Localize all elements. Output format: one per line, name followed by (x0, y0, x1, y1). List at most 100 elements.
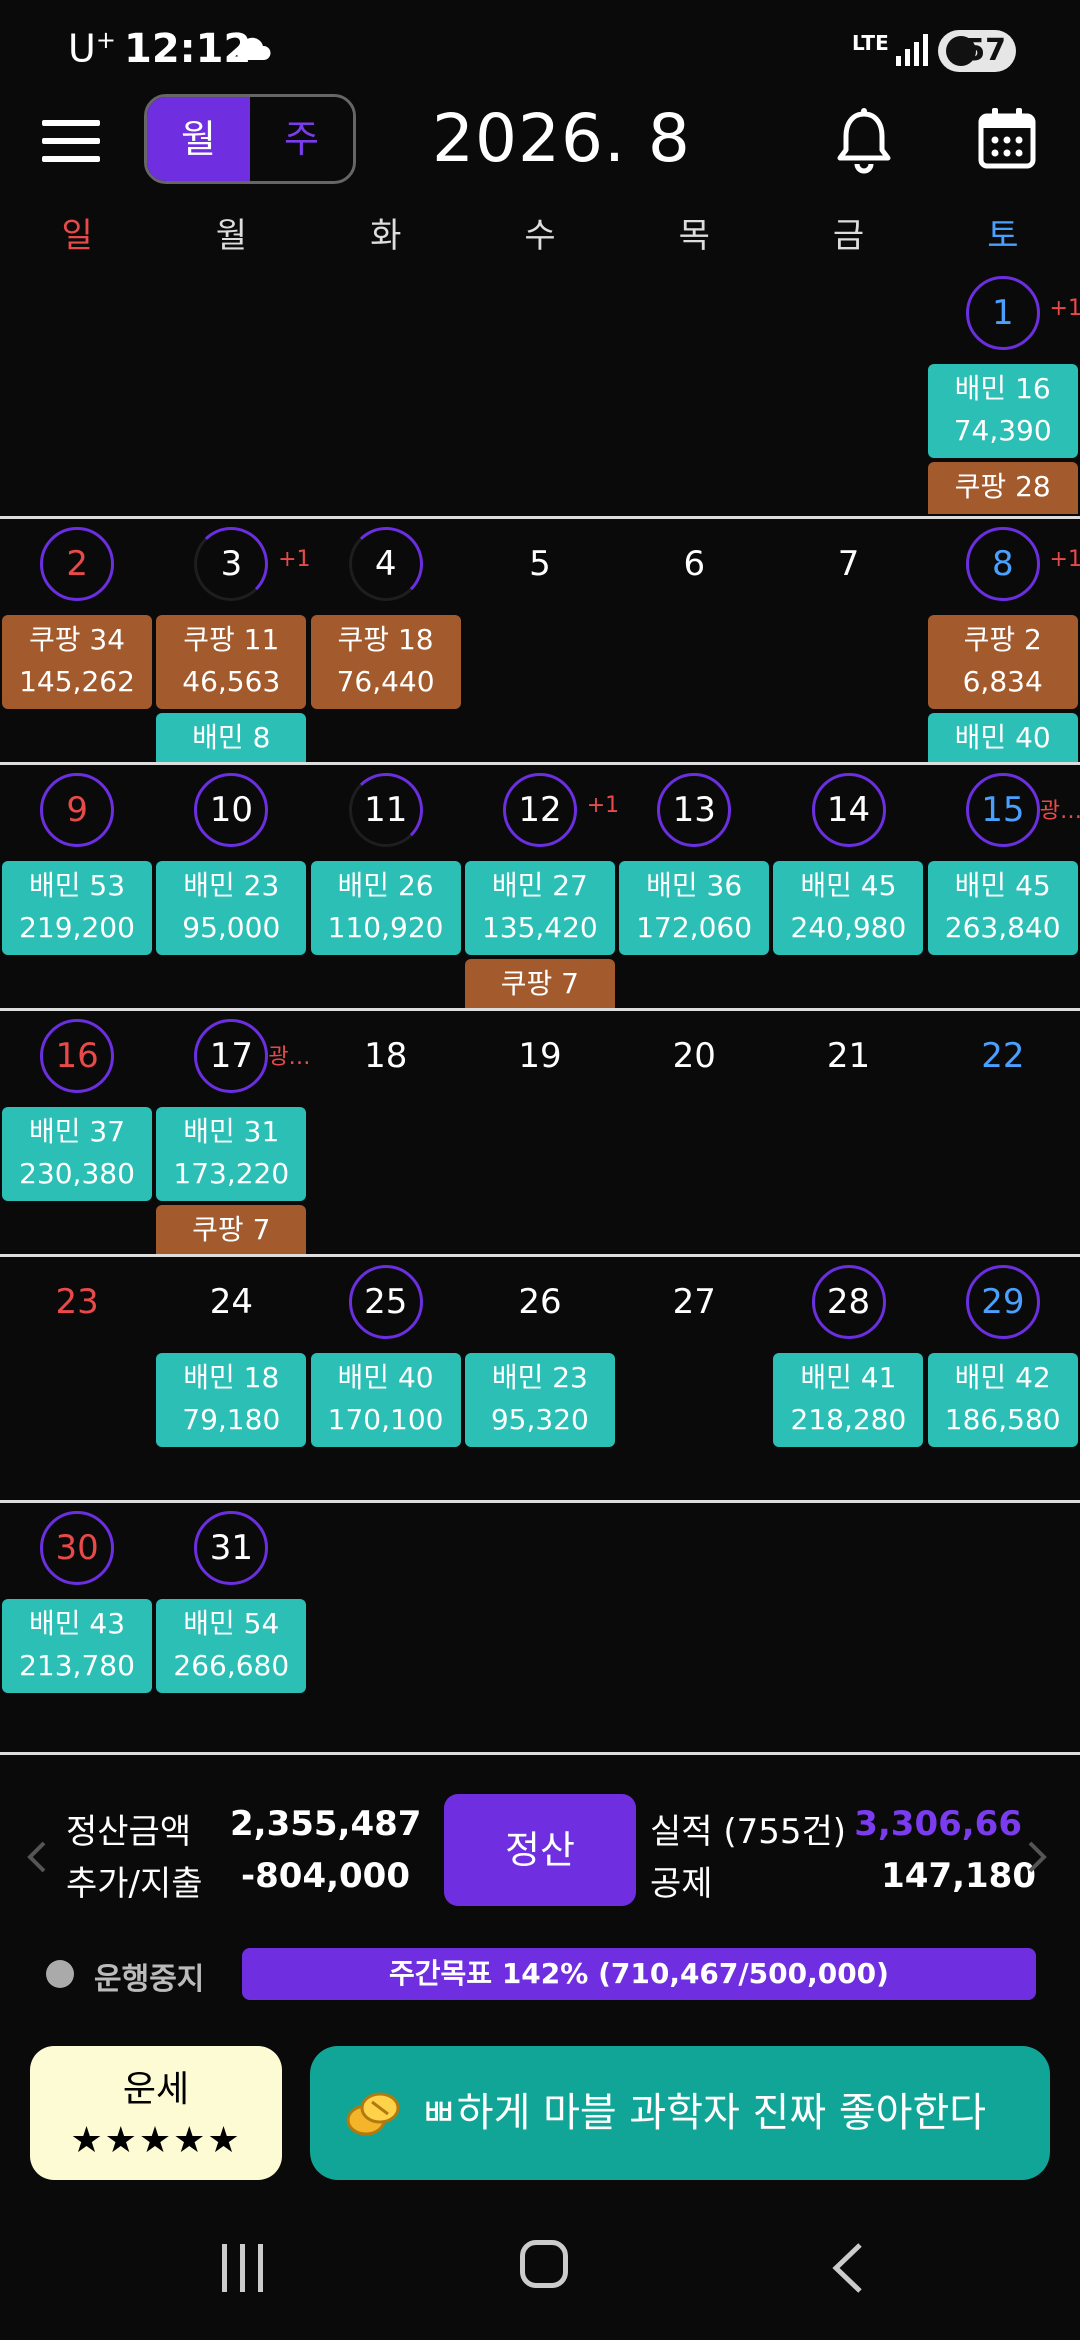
fortune-card[interactable]: 운세 ★★★★★ (30, 2046, 282, 2180)
baemin-earning-chip[interactable]: 배민 45 263,840 (927, 861, 1078, 955)
calendar-day-cell[interactable]: 20 (617, 1011, 771, 1254)
calendar-day-cell[interactable]: 5 (463, 519, 617, 762)
coupang-earning-chip[interactable]: 쿠팡 724,624 (464, 959, 615, 1008)
calendar-day-cell[interactable]: 9 배민 53 219,200 (0, 765, 154, 1008)
baemin-earning-chip[interactable]: 배민 40202,140 (927, 713, 1078, 762)
chip-amount: 240,980 (790, 911, 907, 944)
day-extra-badge: 광… (268, 1045, 311, 1070)
calendar-day-cell[interactable]: 24 배민 18 79,180 (154, 1257, 308, 1500)
calendar-day-cell[interactable]: 26 배민 23 95,320 (463, 1257, 617, 1500)
baemin-earning-chip[interactable]: 배민 833,000 (156, 713, 307, 762)
baemin-earning-chip[interactable]: 배민 41 218,280 (773, 1353, 924, 1447)
coupang-earning-chip[interactable]: 쿠팡 727,060 (156, 1205, 307, 1254)
calendar-day-cell[interactable]: 14 배민 45 240,980 (771, 765, 925, 1008)
settle-button[interactable]: 정산 (444, 1794, 636, 1906)
calendar-day-cell (463, 268, 617, 514)
calendar-day-cell[interactable]: 31 배민 54 266,680 (154, 1503, 308, 1746)
baemin-earning-chip[interactable]: 배민 42 186,580 (927, 1353, 1078, 1447)
chip-label: 배민 45 (954, 869, 1051, 902)
baemin-earning-chip[interactable]: 배민 43 213,780 (2, 1599, 152, 1693)
calendar-day-cell[interactable]: 15 광… 배민 45 263,840 (926, 765, 1080, 1008)
day-number: 29 (965, 1265, 1040, 1339)
calendar-day-cell[interactable]: 11 배민 26 110,920 (309, 765, 463, 1008)
calendar-day-cell[interactable]: 8 +1 쿠팡 2 6,834 배민 40202,140 (926, 519, 1080, 762)
chip-amount: 145,262 (19, 665, 135, 698)
calendar-week: 1 +1 배민 16 74,390 쿠팡 28 120,191 (0, 268, 1080, 514)
chip-amount: 263,840 (944, 911, 1061, 944)
calendar-day-cell[interactable]: 23 (0, 1257, 154, 1500)
calendar-day-cell[interactable]: 30 배민 43 213,780 (0, 1503, 154, 1746)
calendar-day-cell[interactable]: 13 배민 36 172,060 (617, 765, 771, 1008)
calendar-day-cell[interactable]: 29 배민 42 186,580 (926, 1257, 1080, 1500)
calendar-day-cell (154, 268, 308, 514)
baemin-earning-chip[interactable]: 배민 23 95,320 (464, 1353, 615, 1447)
driving-status-toggle[interactable] (46, 1960, 74, 1988)
chip-amount: 76,440 (336, 665, 435, 698)
day-number: 3 (194, 527, 269, 601)
chip-label: 배민 41 (800, 1361, 897, 1394)
chip-amount: 266,680 (173, 1649, 290, 1682)
chip-label: 배민 40 (337, 1361, 434, 1394)
coupang-earning-chip[interactable]: 쿠팡 28 120,191 (927, 462, 1078, 514)
baemin-earning-chip[interactable]: 배민 31 173,220 (156, 1107, 307, 1201)
calendar-day-cell[interactable]: 6 (617, 519, 771, 762)
chip-amount: 110,920 (327, 911, 444, 944)
calendar-icon[interactable] (978, 108, 1036, 170)
menu-icon[interactable] (42, 120, 100, 162)
weekly-goal-text: 주간목표 142% (710,467/500,000) (389, 1957, 889, 1990)
calendar-day-cell[interactable]: 4 쿠팡 18 76,440 (309, 519, 463, 762)
baemin-earning-chip[interactable]: 배민 16 74,390 (927, 364, 1078, 458)
calendar-day-cell (771, 268, 925, 514)
home-icon[interactable] (520, 2240, 568, 2288)
calendar-day-cell (309, 1503, 463, 1746)
calendar-day-cell[interactable]: 25 배민 40 170,100 (309, 1257, 463, 1500)
chip-label: 배민 37 (28, 1115, 126, 1148)
baemin-earning-chip[interactable]: 배민 18 79,180 (156, 1353, 307, 1447)
calendar-day-cell[interactable]: 12 +1 배민 27 135,420 쿠팡 724,624 (463, 765, 619, 1008)
calendar-day-cell[interactable]: 2 쿠팡 34 145,262 (0, 519, 154, 762)
calendar-day-cell[interactable]: 22 (926, 1011, 1080, 1254)
coupang-earning-chip[interactable]: 쿠팡 2 6,834 (927, 615, 1078, 709)
calendar-day-cell[interactable]: 17광… 배민 31 173,220 쿠팡 727,060 (154, 1011, 311, 1254)
coupang-earning-chip[interactable]: 쿠팡 34 145,262 (2, 615, 152, 709)
coupang-earning-chip[interactable]: 쿠팡 18 76,440 (310, 615, 461, 709)
chip-label: 쿠팡 11 (183, 623, 280, 656)
month-view-button[interactable]: 월 (147, 97, 250, 181)
calendar-day-cell[interactable]: 3 +1 쿠팡 11 46,563 배민 833,000 (154, 519, 311, 762)
calendar-day-cell[interactable]: 19 (463, 1011, 617, 1254)
settlement-value: 2,355,487 (230, 1804, 422, 1844)
baemin-earning-chip[interactable]: 배민 40 170,100 (310, 1353, 461, 1447)
calendar-day-cell[interactable]: 18 (309, 1011, 463, 1254)
calendar-day-cell[interactable]: 10 배민 23 95,000 (154, 765, 308, 1008)
calendar-day-cell[interactable]: 27 (617, 1257, 771, 1500)
deduction-value: 147,180 (881, 1856, 1036, 1896)
baemin-earning-chip[interactable]: 배민 37 230,380 (2, 1107, 152, 1201)
driving-status-label[interactable]: 운행중지 (94, 1954, 204, 1998)
chip-amount: 74,390 (953, 414, 1052, 447)
chevron-right-icon[interactable] (1026, 1840, 1048, 1874)
month-title[interactable]: 2026. 8 (432, 100, 691, 177)
bell-icon[interactable] (836, 108, 892, 174)
promo-banner[interactable]: ㅃ하게 마블 과학자 진짜 좋아한다 (310, 2046, 1050, 2180)
battery-icon (946, 36, 976, 66)
baemin-earning-chip[interactable]: 배민 45 240,980 (773, 861, 924, 955)
baemin-earning-chip[interactable]: 배민 53 219,200 (2, 861, 152, 955)
baemin-earning-chip[interactable]: 배민 26 110,920 (310, 861, 461, 955)
baemin-earning-chip[interactable]: 배민 36 172,060 (619, 861, 770, 955)
calendar-day-cell[interactable]: 21 (771, 1011, 925, 1254)
baemin-earning-chip[interactable]: 배민 23 95,000 (156, 861, 307, 955)
baemin-earning-chip[interactable]: 배민 54 266,680 (156, 1599, 307, 1693)
day-extra-badge: +1 (1049, 547, 1080, 572)
calendar-day-cell[interactable]: 1 +1 배민 16 74,390 쿠팡 28 120,191 (926, 268, 1080, 514)
back-icon[interactable] (830, 2242, 864, 2294)
chip-amount: 95,000 (182, 911, 281, 944)
chevron-left-icon[interactable] (26, 1840, 48, 1874)
calendar-day-cell[interactable]: 7 (771, 519, 925, 762)
calendar-day-cell[interactable]: 28 배민 41 218,280 (771, 1257, 925, 1500)
week-view-button[interactable]: 주 (250, 97, 353, 181)
calendar-day-cell[interactable]: 16 배민 37 230,380 (0, 1011, 154, 1254)
day-number: 8 (965, 527, 1040, 601)
baemin-earning-chip[interactable]: 배민 27 135,420 (464, 861, 615, 955)
coupang-earning-chip[interactable]: 쿠팡 11 46,563 (156, 615, 307, 709)
recent-apps-icon[interactable] (220, 2244, 266, 2292)
